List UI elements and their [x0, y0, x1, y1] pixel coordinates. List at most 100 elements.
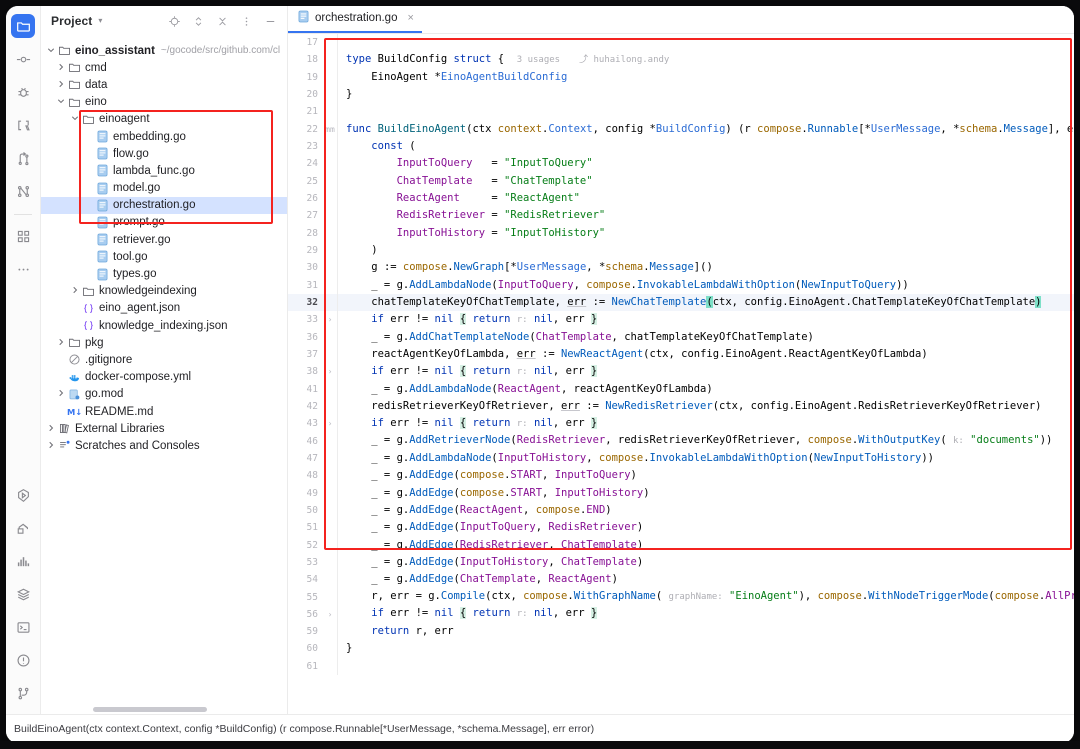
tree-item-tool-go[interactable]: tool.go	[41, 248, 287, 265]
code-line[interactable]: 43› if err != nil { return r: nil, err }	[288, 415, 1074, 432]
chevron-right-icon[interactable]	[69, 286, 81, 296]
code-line[interactable]: 20}	[288, 86, 1074, 103]
tree-item-knowledgeindexing[interactable]: knowledgeindexing	[41, 283, 287, 300]
chevron-right-icon[interactable]	[55, 389, 67, 399]
chevron-down-icon[interactable]	[45, 46, 57, 56]
chevron-down-icon[interactable]: ▾	[98, 17, 102, 25]
code-line[interactable]: 59 return r, err	[288, 623, 1074, 640]
tree-item-types-go[interactable]: types.go	[41, 265, 287, 282]
chevron-right-icon[interactable]	[55, 63, 67, 73]
tree-item-data[interactable]: data	[41, 76, 287, 93]
tree-item-orchestration-go[interactable]: orchestration.go	[41, 197, 287, 214]
code-line[interactable]: 46 _ = g.AddRetrieverNode(RedisRetriever…	[288, 433, 1074, 450]
close-icon[interactable]: ×	[407, 12, 413, 24]
code-line[interactable]: 48 _ = g.AddEdge(compose.START, InputToQ…	[288, 467, 1074, 484]
tree-item-flow-go[interactable]: flow.go	[41, 145, 287, 162]
code-line[interactable]: 18type BuildConfig struct { 3 usages ⤴ h…	[288, 51, 1074, 68]
code-line[interactable]: 23 const (	[288, 138, 1074, 155]
structure-icon[interactable]	[11, 224, 35, 248]
tree-item-pkg[interactable]: pkg	[41, 334, 287, 351]
code-line[interactable]: 61	[288, 658, 1074, 675]
code-line[interactable]: 54 _ = g.AddEdge(ChatTemplate, ReactAgen…	[288, 571, 1074, 588]
code-line[interactable]: 24 InputToQuery = "InputToQuery"	[288, 155, 1074, 172]
code-line[interactable]: 32 chatTemplateKeyOfChatTemplate, err :=…	[288, 294, 1074, 311]
tree-item-prompt-go[interactable]: prompt.go	[41, 214, 287, 231]
gutter-marker[interactable]: ›	[323, 363, 337, 380]
tree-item-embedding-go[interactable]: embedding.go	[41, 128, 287, 145]
code-line[interactable]: 36 _ = g.AddChatTemplateNode(ChatTemplat…	[288, 329, 1074, 346]
code-line[interactable]: 37 reactAgentKeyOfLambda, err := NewReac…	[288, 346, 1074, 363]
run-icon[interactable]	[11, 483, 35, 507]
code-line[interactable]: 17	[288, 34, 1074, 51]
code-line[interactable]: 38› if err != nil { return r: nil, err }	[288, 363, 1074, 380]
tree-item-eino-agent-json[interactable]: eino_agent.json	[41, 300, 287, 317]
code-line[interactable]: 41 _ = g.AddLambdaNode(ReactAgent, react…	[288, 381, 1074, 398]
chevron-right-icon[interactable]	[45, 424, 57, 434]
tree-item-model-go[interactable]: model.go	[41, 180, 287, 197]
code-line[interactable]: 60}	[288, 640, 1074, 657]
code-review-icon[interactable]	[11, 113, 35, 137]
branches-icon[interactable]	[11, 179, 35, 203]
tree-item-external-libraries[interactable]: External Libraries	[41, 420, 287, 437]
tab-orchestration-go[interactable]: orchestration.go ×	[288, 6, 422, 33]
version-control-icon[interactable]	[11, 681, 35, 705]
code-line[interactable]: 30 g := compose.NewGraph[*UserMessage, *…	[288, 259, 1074, 276]
code-line[interactable]: 47 _ = g.AddLambdaNode(InputToHistory, c…	[288, 450, 1074, 467]
code-line[interactable]: 31 _ = g.AddLambdaNode(InputToQuery, com…	[288, 277, 1074, 294]
tree-item-cmd[interactable]: cmd	[41, 59, 287, 76]
tree-item-eino-assistant[interactable]: eino_assistant~/gocode/src/github.com/cl	[41, 42, 287, 59]
commit-icon[interactable]	[11, 47, 35, 71]
chevron-down-icon[interactable]	[55, 97, 67, 107]
code-line[interactable]: 26 ReactAgent = "ReactAgent"	[288, 190, 1074, 207]
code-viewport[interactable]: 17 18type BuildConfig struct { 3 usages …	[288, 34, 1074, 714]
hide-panel-icon[interactable]	[263, 14, 277, 28]
collapse-all-icon[interactable]	[215, 14, 229, 28]
code-line[interactable]: 27 RedisRetriever = "RedisRetriever"	[288, 207, 1074, 224]
more-tool-windows-icon[interactable]	[11, 257, 35, 281]
tree-item-einoagent[interactable]: einoagent	[41, 111, 287, 128]
code-line[interactable]: 50 _ = g.AddEdge(ReactAgent, compose.END…	[288, 502, 1074, 519]
code-line[interactable]: 49 _ = g.AddEdge(compose.START, InputToH…	[288, 485, 1074, 502]
tree-item--gitignore[interactable]: .gitignore	[41, 351, 287, 368]
bug-icon[interactable]	[11, 80, 35, 104]
database-icon[interactable]	[11, 582, 35, 606]
chevron-right-icon[interactable]	[55, 80, 67, 90]
gutter-marker[interactable]: mm	[323, 121, 337, 138]
tree-item-scratches-and-consoles[interactable]: Scratches and Consoles	[41, 437, 287, 454]
pull-requests-icon[interactable]	[11, 146, 35, 170]
gutter-marker[interactable]: ›	[323, 415, 337, 432]
tree-item-eino[interactable]: eino	[41, 94, 287, 111]
tree-item-knowledge-indexing-json[interactable]: knowledge_indexing.json	[41, 317, 287, 334]
sort-icon[interactable]	[191, 14, 205, 28]
tree-item-retriever-go[interactable]: retriever.go	[41, 231, 287, 248]
code-line[interactable]: 56› if err != nil { return r: nil, err }	[288, 606, 1074, 623]
gutter-marker[interactable]: ›	[323, 606, 337, 623]
code-line[interactable]: 55 r, err = g.Compile(ctx, compose.WithG…	[288, 589, 1074, 606]
code-line[interactable]: 51 _ = g.AddEdge(InputToQuery, RedisRetr…	[288, 519, 1074, 536]
code-line[interactable]: 25 ChatTemplate = "ChatTemplate"	[288, 173, 1074, 190]
chevron-right-icon[interactable]	[45, 441, 57, 451]
tree-item-go-mod[interactable]: go.mod	[41, 386, 287, 403]
code-line[interactable]: 21	[288, 103, 1074, 120]
code-line[interactable]: 52 _ = g.AddEdge(RedisRetriever, ChatTem…	[288, 537, 1074, 554]
tree-item-lambda-func-go[interactable]: lambda_func.go	[41, 162, 287, 179]
code-lines[interactable]: 17 18type BuildConfig struct { 3 usages …	[288, 34, 1074, 714]
code-line[interactable]: 33› if err != nil { return r: nil, err }	[288, 311, 1074, 328]
gutter-marker[interactable]: ›	[323, 311, 337, 328]
tree-item-readme-md[interactable]: M↓README.md	[41, 403, 287, 420]
code-line[interactable]: 42 redisRetrieverKeyOfRetriever, err := …	[288, 398, 1074, 415]
project-tree[interactable]: eino_assistant~/gocode/src/github.com/cl…	[41, 36, 287, 714]
locate-file-icon[interactable]	[167, 14, 181, 28]
code-line[interactable]: 28 InputToHistory = "InputToHistory"	[288, 225, 1074, 242]
problems-icon[interactable]	[11, 648, 35, 672]
code-line[interactable]: 53 _ = g.AddEdge(InputToHistory, ChatTem…	[288, 554, 1074, 571]
build-icon[interactable]	[11, 516, 35, 540]
tree-item-docker-compose-yml[interactable]: docker-compose.yml	[41, 369, 287, 386]
code-line[interactable]: 29 )	[288, 242, 1074, 259]
project-horizontal-scrollbar[interactable]	[41, 707, 287, 712]
project-icon[interactable]	[11, 14, 35, 38]
code-line[interactable]: 22mmfunc BuildEinoAgent(ctx context.Cont…	[288, 121, 1074, 138]
chevron-right-icon[interactable]	[55, 338, 67, 348]
options-icon[interactable]	[239, 14, 253, 28]
code-line[interactable]: 19 EinoAgent *EinoAgentBuildConfig	[288, 69, 1074, 86]
